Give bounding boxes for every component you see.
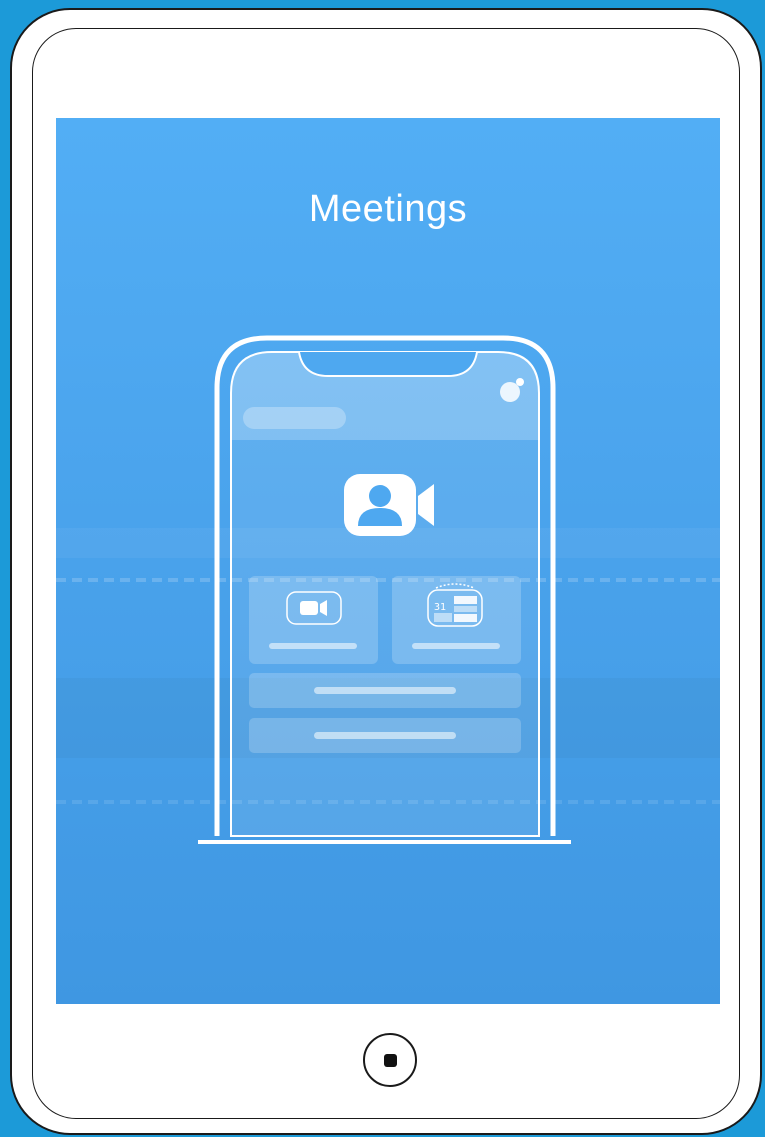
new-meeting-tile [249, 576, 378, 664]
phone-notch [298, 351, 478, 377]
onboarding-screen: Meetings 31 [56, 118, 720, 1004]
list-item-2 [249, 718, 521, 753]
list-item-1 [249, 673, 521, 708]
header-placeholder [243, 407, 346, 429]
notification-dot [516, 378, 524, 386]
calendar-day-text: 31 [434, 602, 446, 613]
schedule-tile: 31 [392, 576, 521, 664]
home-button-icon [383, 1053, 397, 1067]
home-button[interactable] [363, 1033, 417, 1087]
profile-avatar-icon [500, 382, 520, 402]
phone-illustration: 31 [198, 335, 571, 844]
